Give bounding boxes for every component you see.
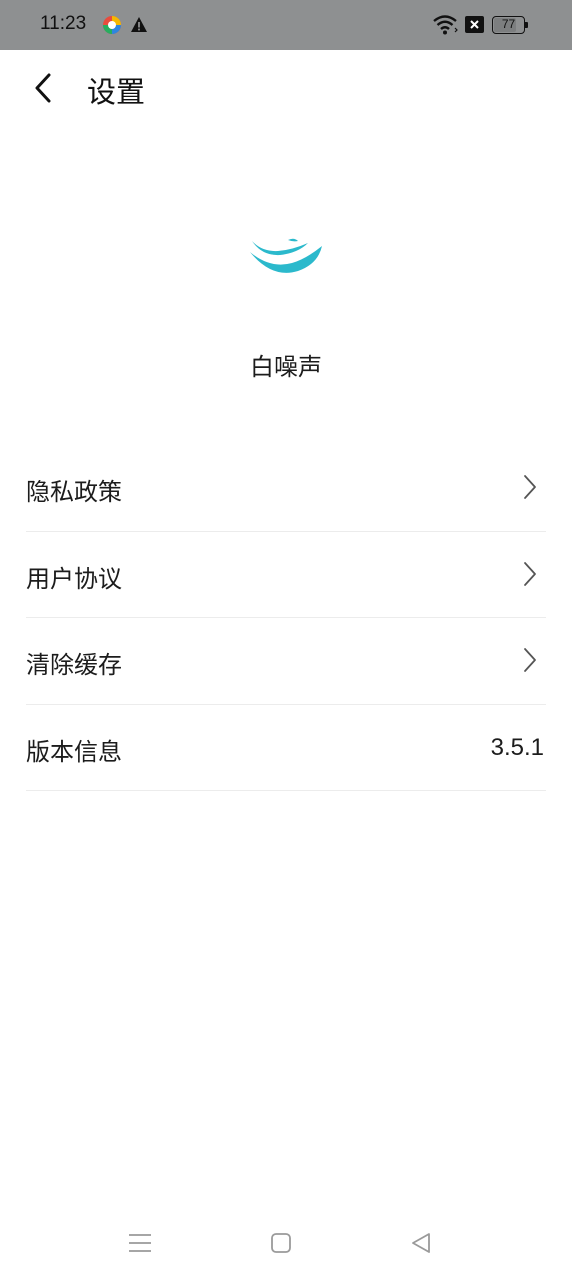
wifi-icon [433,15,458,35]
battery-level: 77 [501,17,516,31]
battery-icon: 77 [492,16,528,34]
whale-logo-icon [250,238,322,273]
clear-cache-item[interactable]: 清除缓存 [26,618,546,705]
chevron-right-icon [524,561,536,586]
privacy-policy-item[interactable]: 隐私政策 [26,445,546,532]
home-icon[interactable] [269,1231,293,1255]
warning-icon [131,17,147,32]
settings-list: 隐私政策 用户协议 清除缓存 版本信息 3.5.1 [26,445,546,791]
chevron-right-icon [524,648,536,672]
header: 设置 [0,50,572,126]
status-time: 11:23 [40,13,87,34]
back-button[interactable] [22,66,66,110]
menu-icon[interactable] [126,1231,154,1255]
app-notification-icon [103,16,121,34]
settings-item-label: 用户协议 [26,564,122,593]
nav-bar [0,1205,572,1280]
page-title: 设置 [87,75,146,109]
user-agreement-item[interactable]: 用户协议 [26,532,546,618]
settings-item-label: 版本信息 [26,737,122,766]
chevron-right-icon [524,475,536,499]
back-triangle-icon[interactable] [409,1231,433,1255]
settings-item-label: 隐私政策 [26,478,122,506]
sim-card-icon [465,16,484,33]
status-bar: 11:23 77 [0,0,572,50]
app-name: 白噪声 [250,353,322,381]
settings-item-label: 清除缓存 [26,651,122,679]
version-value: 3.5.1 [490,733,544,761]
version-info-item[interactable]: 版本信息 3.5.1 [26,705,546,791]
chevron-left-icon [35,73,51,103]
